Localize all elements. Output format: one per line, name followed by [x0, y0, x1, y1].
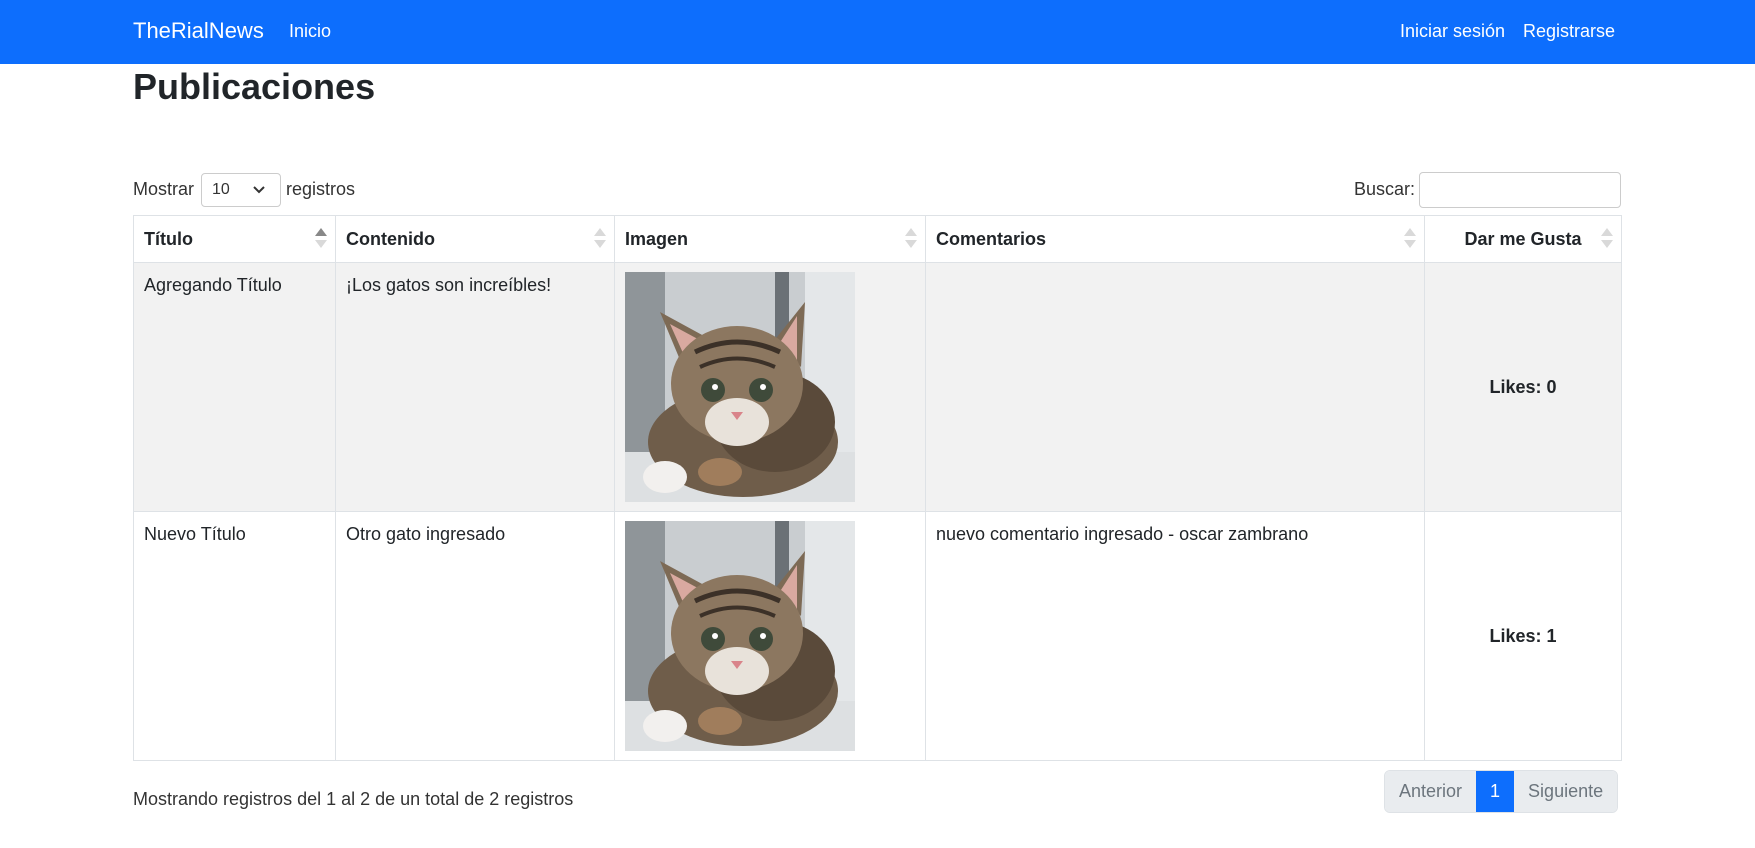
cell-comentarios	[925, 262, 1425, 512]
like-button[interactable]: Likes: 1	[1424, 511, 1622, 761]
cell-imagen	[614, 511, 926, 761]
cell-contenido: ¡Los gatos son increíbles!	[335, 262, 615, 512]
table-header-row: Título Contenido Imagen Comentarios Dar …	[133, 215, 1622, 263]
sort-icon	[1404, 228, 1416, 250]
cell-imagen	[614, 262, 926, 512]
length-prefix-label: Mostrar	[133, 179, 195, 199]
column-header-label: Contenido	[346, 228, 435, 249]
cell-titulo: Nuevo Título	[133, 511, 336, 761]
nav-link-inicio[interactable]: Inicio	[289, 21, 331, 42]
sort-icon	[905, 228, 917, 250]
column-header-comentarios[interactable]: Comentarios	[925, 215, 1425, 263]
cell-contenido: Otro gato ingresado	[335, 511, 615, 761]
nav-link-iniciar-sesion[interactable]: Iniciar sesión	[1400, 21, 1505, 42]
brand-link[interactable]: TheRialNews	[133, 18, 264, 44]
table-info-text: Mostrando registros del 1 al 2 de un tot…	[133, 789, 574, 809]
length-suffix-label: registros	[286, 179, 356, 199]
search-label: Buscar:	[1354, 179, 1416, 199]
column-header-label: Imagen	[625, 228, 689, 249]
pagination: Anterior 1 Siguiente	[1384, 770, 1619, 813]
like-button[interactable]: Likes: 0	[1424, 262, 1622, 512]
publications-table: Título Contenido Imagen Comentarios Dar …	[133, 215, 1622, 761]
column-header-label: Comentarios	[936, 228, 1047, 249]
table-row: Agregando Título ¡Los gatos son increíbl…	[133, 262, 1622, 512]
chevron-down-icon	[252, 180, 266, 203]
column-header-titulo[interactable]: Título	[133, 215, 336, 263]
entries-per-page-select[interactable]: 10	[201, 173, 281, 207]
kitten-photo	[625, 521, 855, 751]
cell-titulo: Agregando Título	[133, 262, 336, 512]
nav-link-registrarse[interactable]: Registrarse	[1523, 21, 1615, 42]
column-header-imagen[interactable]: Imagen	[614, 215, 926, 263]
pagination-page-button[interactable]: 1	[1476, 771, 1515, 812]
kitten-photo	[625, 272, 855, 502]
column-header-label: Dar me Gusta	[1464, 228, 1582, 249]
column-header-label: Título	[144, 228, 193, 249]
pagination-next-button[interactable]: Siguiente	[1514, 771, 1618, 812]
sort-icon	[594, 228, 606, 250]
column-header-contenido[interactable]: Contenido	[335, 215, 615, 263]
sort-ascending-icon	[315, 228, 327, 250]
pagination-previous-button[interactable]: Anterior	[1385, 771, 1477, 812]
cell-comentarios: nuevo comentario ingresado - oscar zambr…	[925, 511, 1425, 761]
table-row: Nuevo Título Otro gato ingresado nuevo c…	[133, 511, 1622, 761]
entries-per-page-value: 10	[212, 181, 230, 198]
column-header-dar-me-gusta[interactable]: Dar me Gusta	[1424, 215, 1622, 263]
sort-icon	[1601, 228, 1613, 250]
page-title: Publicaciones	[133, 66, 376, 107]
search-input[interactable]	[1419, 172, 1621, 208]
navbar: TheRialNews Inicio Iniciar sesión Regist…	[0, 0, 1755, 64]
